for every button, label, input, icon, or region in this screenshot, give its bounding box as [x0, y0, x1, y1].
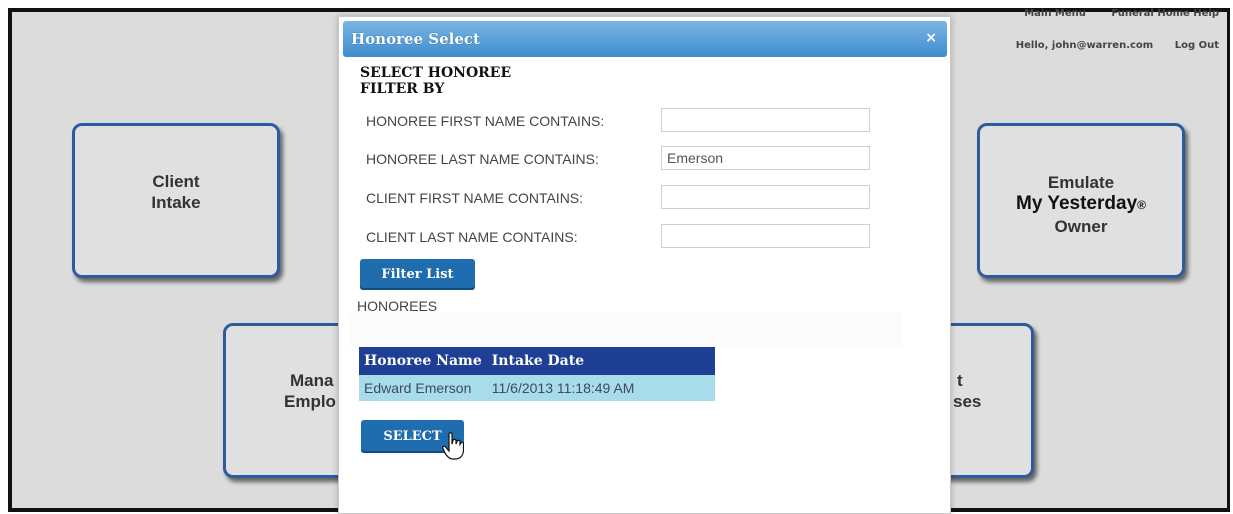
tile-label: My Yesterday: [1016, 193, 1138, 214]
client-intake-tile[interactable]: Client Intake: [72, 123, 280, 278]
filter-list-button[interactable]: Filter List: [360, 259, 475, 290]
column-header[interactable]: Honoree Name: [359, 347, 487, 375]
honoree-first-name-input[interactable]: [661, 108, 870, 132]
tile-label: t: [957, 371, 963, 390]
client-last-name-input[interactable]: [661, 224, 870, 248]
logout-link[interactable]: Log Out: [1175, 40, 1219, 51]
table-header-row: Honoree Name Intake Date: [359, 347, 715, 375]
main-menu-link[interactable]: Main Menu: [1024, 8, 1086, 19]
filter-label: CLIENT LAST NAME CONTAINS:: [366, 229, 578, 245]
help-link[interactable]: Funeral Home Help: [1111, 8, 1219, 19]
tile-label: Client: [152, 172, 200, 191]
filter-label: HONOREE LAST NAME CONTAINS:: [366, 151, 599, 167]
filter-label: HONOREE FIRST NAME CONTAINS:: [366, 113, 605, 129]
tile-label: Owner: [1054, 217, 1108, 236]
honoree-table: Honoree Name Intake Date Edward Emerson …: [359, 347, 715, 401]
top-nav: Main Menu Funeral Home Help: [1002, 8, 1219, 19]
honorees-filter-bar: [349, 313, 902, 347]
close-icon[interactable]: ×: [925, 30, 937, 46]
dialog-titlebar: Honoree Select ×: [343, 21, 947, 57]
honoree-last-name-input[interactable]: Emerson: [661, 146, 870, 170]
column-header[interactable]: Intake Date: [486, 347, 715, 375]
hand-cursor-icon: [442, 432, 464, 460]
table-row[interactable]: Edward Emerson 11/6/2013 11:18:49 AM: [359, 375, 715, 401]
registered-mark: ®: [1137, 198, 1146, 212]
tile-label: Intake: [151, 193, 201, 212]
select-honoree-heading: SELECT HONOREE: [360, 65, 512, 81]
tile-label: ses: [953, 392, 982, 411]
honoree-name-cell[interactable]: Edward Emerson: [359, 375, 487, 401]
honoree-select-dialog: Honoree Select × SELECT HONOREE FILTER B…: [338, 16, 951, 514]
user-greeting: Hello, john@warren.com: [1015, 40, 1154, 51]
filter-by-heading: FILTER BY: [360, 81, 445, 97]
tile-label: Emulate: [1047, 173, 1115, 192]
dialog-title: Honoree Select: [351, 30, 480, 48]
emulate-owner-tile[interactable]: Emulate My Yesterday® Owner: [977, 123, 1185, 278]
honorees-label: HONOREES: [357, 298, 438, 314]
intake-date-cell[interactable]: 11/6/2013 11:18:49 AM: [486, 375, 715, 401]
filter-label: CLIENT FIRST NAME CONTAINS:: [366, 190, 584, 206]
user-bar: Hello, john@warren.com Log Out: [998, 40, 1219, 51]
client-first-name-input[interactable]: [661, 185, 870, 209]
